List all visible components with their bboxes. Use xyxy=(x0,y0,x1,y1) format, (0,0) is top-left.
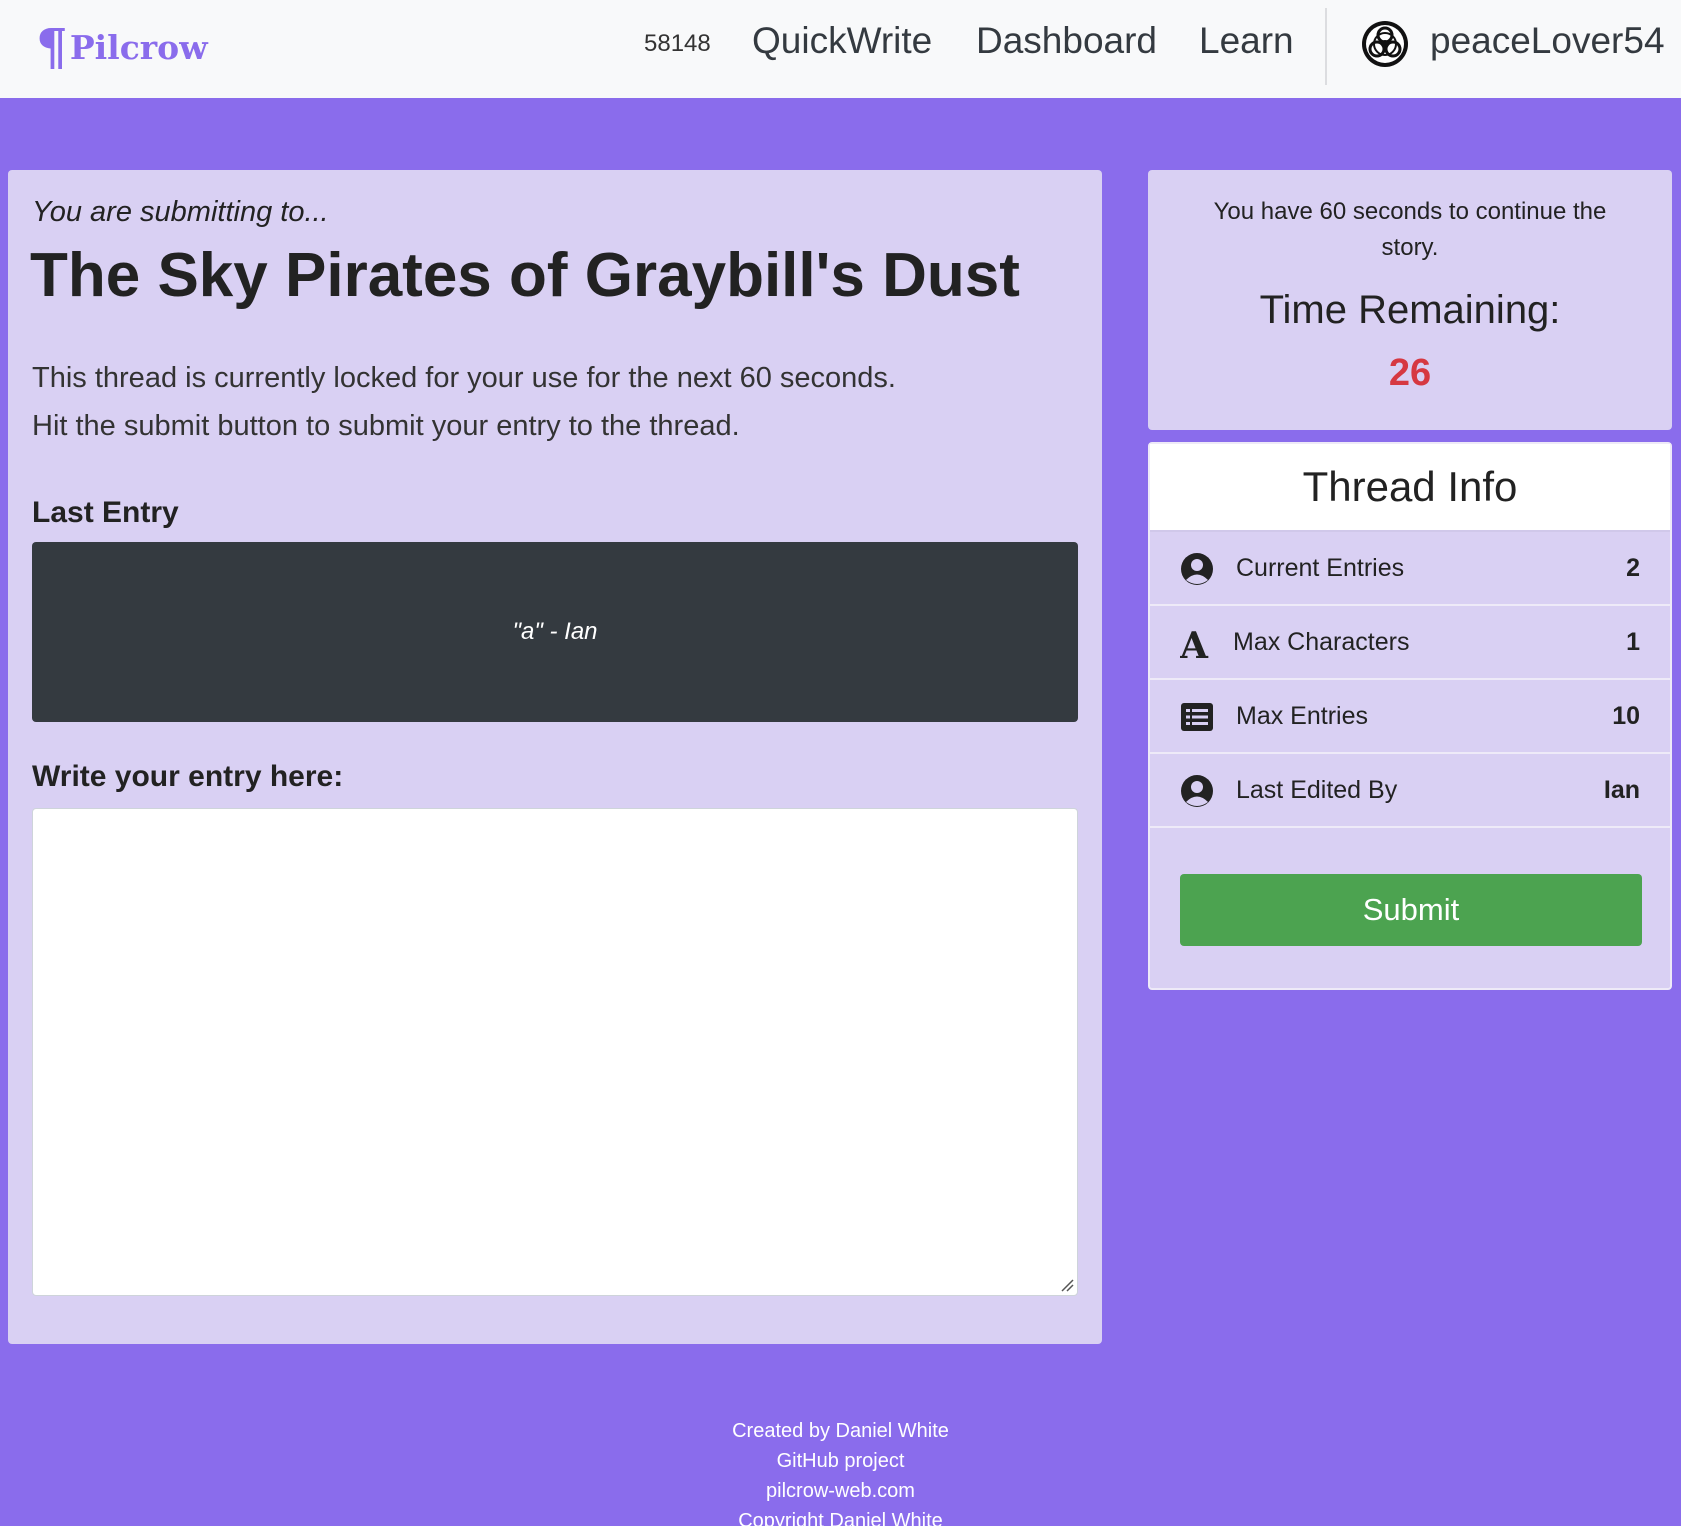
thread-code: 58148 xyxy=(644,30,711,57)
footer-copyright: Copyright Daniel White xyxy=(738,1510,943,1526)
thread-title: The Sky Pirates of Graybill's Dust xyxy=(30,241,1020,310)
info-label: Max Entries xyxy=(1236,702,1368,730)
submitting-to-label: You are submitting to... xyxy=(32,196,329,228)
svg-text:A: A xyxy=(1180,626,1209,660)
info-label: Last Edited By xyxy=(1236,776,1398,804)
nav-divider xyxy=(1325,8,1327,85)
user-circle-icon xyxy=(1181,553,1213,585)
resize-grip-icon[interactable] xyxy=(1060,1278,1074,1292)
thread-info-card: Thread Info Current Entries 2 A Max Char… xyxy=(1148,442,1672,990)
info-row-max-entries: Max Entries 10 xyxy=(1150,680,1670,754)
thread-info-title: Thread Info xyxy=(1150,444,1670,532)
info-row-current-entries: Current Entries 2 xyxy=(1150,532,1670,606)
last-entry-box: "a" - Ian xyxy=(32,542,1078,722)
footer-credit: Created by Daniel White xyxy=(732,1420,949,1442)
nav-link-quickwrite[interactable]: QuickWrite xyxy=(752,20,932,62)
pilcrow-icon: ¶ xyxy=(36,17,68,76)
info-value: 10 xyxy=(1612,702,1640,730)
user-circle-icon xyxy=(1181,775,1213,807)
info-row-max-characters: A Max Characters 1 xyxy=(1150,606,1670,680)
navbar: ¶ Pilcrow 58148 QuickWrite Dashboard Lea… xyxy=(0,0,1681,98)
username[interactable]: peaceLover54 xyxy=(1430,20,1665,62)
time-remaining-value: 26 xyxy=(1388,352,1432,394)
info-value: 2 xyxy=(1626,554,1640,582)
submit-button[interactable]: Submit xyxy=(1180,874,1642,946)
timer-card: You have 60 seconds to continue the stor… xyxy=(1148,170,1672,430)
info-value: Ian xyxy=(1603,776,1640,804)
write-entry-label: Write your entry here: xyxy=(32,760,344,793)
time-remaining-label: Time Remaining: xyxy=(1259,288,1561,332)
footer-github-link[interactable]: GitHub project xyxy=(0,1446,1681,1476)
submit-instructions: Hit the submit button to submit your ent… xyxy=(32,410,740,442)
brand-logo[interactable]: ¶ Pilcrow xyxy=(36,22,208,72)
footer-site-link[interactable]: pilcrow-web.com xyxy=(0,1476,1681,1506)
nav-link-learn[interactable]: Learn xyxy=(1199,20,1294,62)
biohazard-icon[interactable] xyxy=(1361,20,1409,68)
info-value: 1 xyxy=(1626,628,1640,656)
last-entry-text: "a" - Ian xyxy=(512,618,598,645)
timer-message: You have 60 seconds to continue the stor… xyxy=(1213,198,1607,261)
brand-name: Pilcrow xyxy=(69,27,208,67)
last-entry-label: Last Entry xyxy=(32,496,179,529)
font-a-icon: A xyxy=(1180,626,1209,660)
entry-textarea[interactable] xyxy=(32,808,1078,1296)
info-label: Max Characters xyxy=(1233,628,1410,656)
info-label: Current Entries xyxy=(1236,554,1405,582)
list-icon xyxy=(1181,703,1213,731)
info-row-last-edited-by: Last Edited By Ian xyxy=(1150,754,1670,828)
footer: Created by Daniel White GitHub project p… xyxy=(0,1416,1681,1526)
submission-card: You are submitting to... The Sky Pirates… xyxy=(8,170,1102,1344)
nav-link-dashboard[interactable]: Dashboard xyxy=(976,20,1157,62)
lock-description: This thread is currently locked for your… xyxy=(32,362,896,394)
